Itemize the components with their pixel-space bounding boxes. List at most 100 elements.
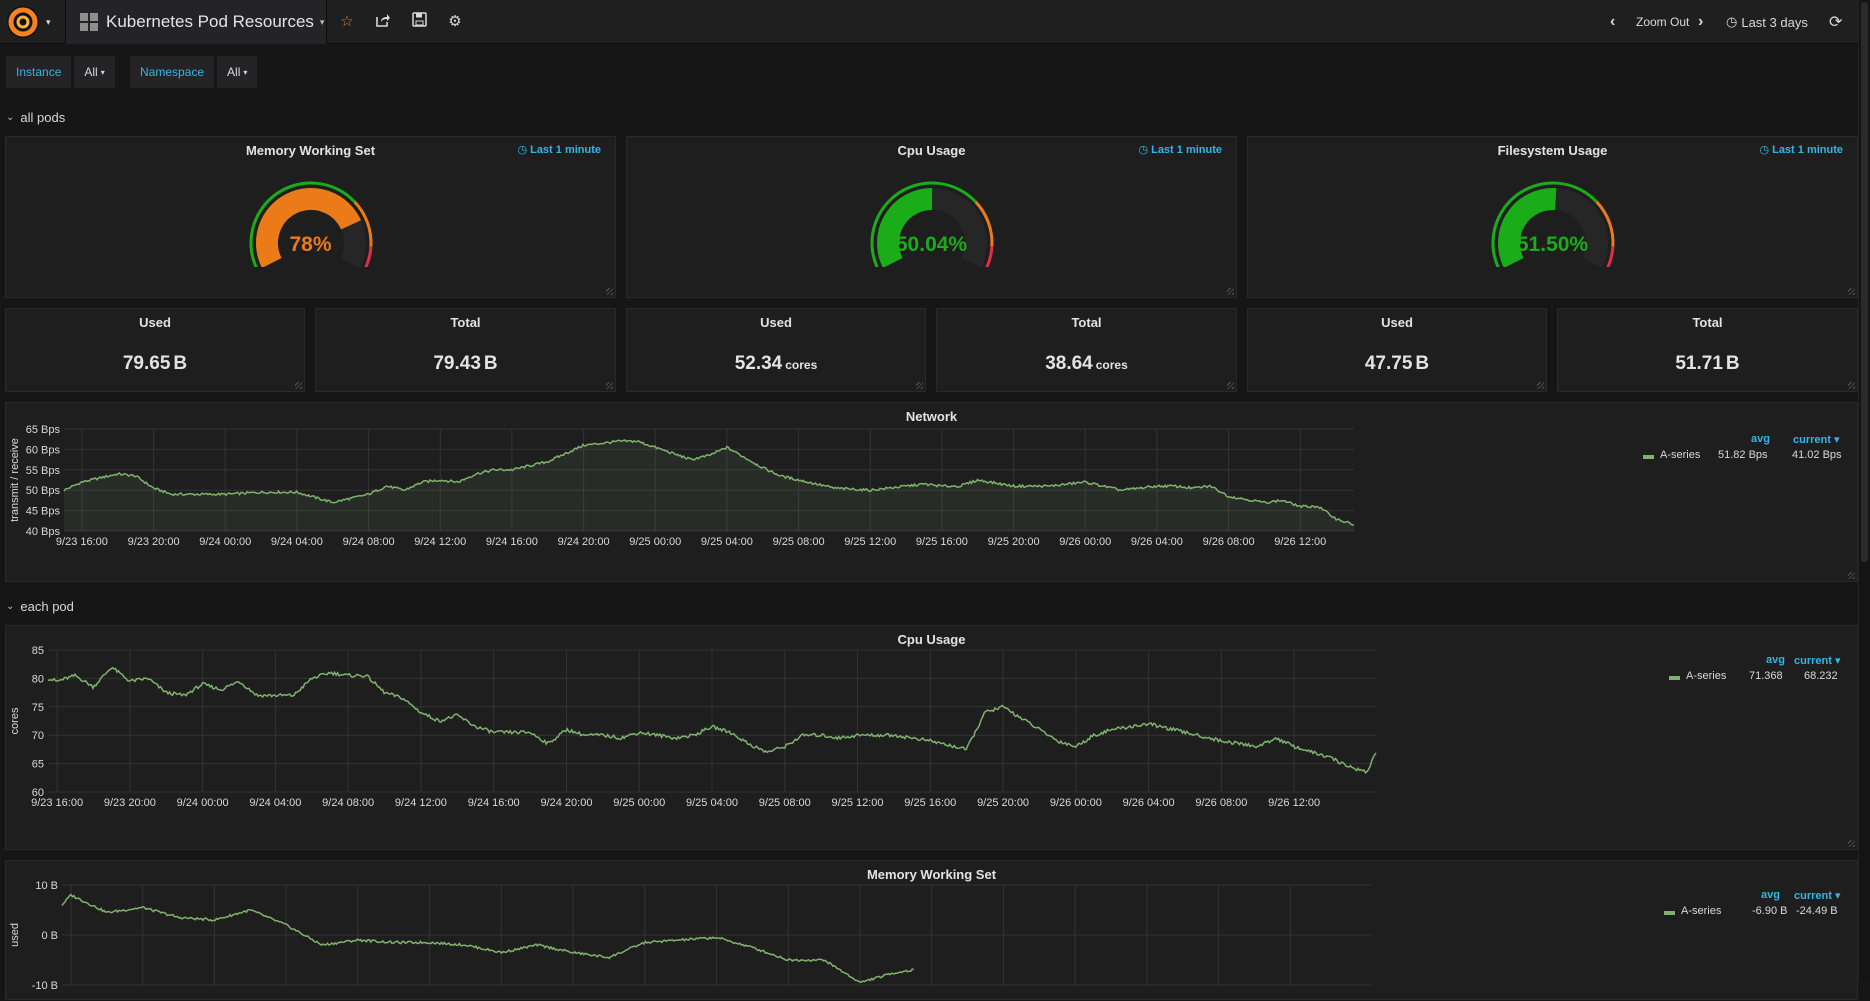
page-scrollbar[interactable] bbox=[1858, 0, 1870, 981]
legend-series-avg: -6.90 B bbox=[1752, 905, 1788, 917]
y-tick-label: 10 B bbox=[35, 880, 58, 892]
legend-series-avg: 71.368 bbox=[1749, 670, 1783, 682]
x-tick-label: 9/25 12:00 bbox=[844, 536, 896, 548]
zoom-out-button[interactable]: Zoom Out bbox=[1636, 0, 1689, 44]
gauge: 50.04% bbox=[866, 177, 998, 271]
refresh-icon[interactable]: ⟳ bbox=[1829, 0, 1842, 44]
gauge-value: 51.50% bbox=[1516, 233, 1589, 256]
x-tick-label: 9/23 16:00 bbox=[31, 797, 83, 809]
x-tick-label: 9/25 16:00 bbox=[916, 536, 968, 548]
resize-handle[interactable] bbox=[1227, 288, 1234, 295]
dashboard-title-button[interactable]: Kubernetes Pod Resources ▾ bbox=[66, 0, 326, 44]
stat-number: 51.71 bbox=[1675, 353, 1723, 374]
variable-instance-value: All bbox=[84, 65, 98, 79]
stat-unit: B bbox=[1725, 353, 1740, 374]
legend-series-name[interactable]: A-series bbox=[1681, 905, 1721, 917]
y-axis-label: cores bbox=[9, 707, 21, 734]
share-icon[interactable] bbox=[373, 12, 393, 32]
y-tick-label: 85 bbox=[32, 645, 44, 657]
legend-header-avg[interactable]: avg bbox=[1766, 654, 1785, 666]
gear-icon[interactable]: ⚙ bbox=[445, 12, 465, 32]
legend-header-current-label: current bbox=[1793, 434, 1831, 446]
star-icon[interactable]: ☆ bbox=[337, 12, 357, 32]
save-icon[interactable] bbox=[409, 12, 429, 32]
stat-value: 38.64 cores bbox=[937, 353, 1236, 375]
stat-unit: cores bbox=[1095, 358, 1128, 372]
scrollbar-thumb[interactable] bbox=[1861, 2, 1868, 562]
caret-down-icon: ▾ bbox=[319, 16, 325, 27]
resize-handle[interactable] bbox=[1848, 840, 1855, 847]
resize-handle[interactable] bbox=[1848, 288, 1855, 295]
resize-handle[interactable] bbox=[916, 382, 923, 389]
x-tick-label: 9/25 00:00 bbox=[629, 536, 681, 548]
zoom-out-label: Zoom Out bbox=[1636, 15, 1690, 29]
x-tick-label: 9/25 16:00 bbox=[904, 797, 956, 809]
x-tick-label: 9/26 00:00 bbox=[1059, 536, 1111, 548]
legend-series-name[interactable]: A-series bbox=[1660, 449, 1700, 461]
x-tick-label: 9/23 20:00 bbox=[128, 536, 180, 548]
x-tick-label: 9/26 12:00 bbox=[1268, 797, 1320, 809]
resize-handle[interactable] bbox=[1537, 382, 1544, 389]
row-toggle-each-pod[interactable]: ⌄ each pod bbox=[6, 599, 74, 614]
x-tick-label: 9/26 08:00 bbox=[1203, 536, 1255, 548]
legend-series-name[interactable]: A-series bbox=[1686, 670, 1726, 682]
resize-handle[interactable] bbox=[295, 382, 302, 389]
logo-caret-icon[interactable]: ▾ bbox=[46, 17, 51, 28]
y-tick-label: 0 B bbox=[41, 930, 58, 942]
legend-series-current: 68.232 bbox=[1804, 670, 1838, 682]
legend-header-avg[interactable]: avg bbox=[1761, 889, 1780, 901]
legend-header-avg[interactable]: avg bbox=[1751, 433, 1770, 445]
row-toggle-all-pods[interactable]: ⌄ all pods bbox=[6, 110, 65, 125]
x-tick-label: 9/23 20:00 bbox=[104, 797, 156, 809]
stat-number: 38.64 bbox=[1045, 353, 1093, 374]
network-chart[interactable]: 40 Bps45 Bps50 Bps55 Bps60 Bps65 Bps9/23… bbox=[6, 403, 1859, 583]
x-tick-label: 9/24 16:00 bbox=[486, 536, 538, 548]
x-tick-label: 9/25 04:00 bbox=[701, 536, 753, 548]
resize-handle[interactable] bbox=[1848, 572, 1855, 579]
legend-header-current[interactable]: current ▾ bbox=[1794, 654, 1840, 667]
legend-header-current[interactable]: current ▾ bbox=[1793, 433, 1839, 446]
legend-series-current: 41.02 Bps bbox=[1792, 449, 1842, 461]
x-tick-label: 9/26 12:00 bbox=[1274, 536, 1326, 548]
time-override-label: Last 1 minute bbox=[1151, 144, 1222, 156]
legend-header-current[interactable]: current ▾ bbox=[1794, 889, 1840, 902]
stat-panel-cpu-total: Total 38.64 cores bbox=[936, 308, 1237, 392]
y-tick-label: 60 Bps bbox=[26, 444, 61, 456]
top-navbar: ▾ Kubernetes Pod Resources ▾ ☆ ⚙ ‹ Zoom … bbox=[0, 0, 1858, 44]
gauge-panel-cpu: Cpu Usage ◷ Last 1 minute 50.04% bbox=[626, 136, 1237, 298]
y-tick-label: 65 Bps bbox=[26, 424, 61, 436]
series-area bbox=[64, 440, 1354, 531]
resize-handle[interactable] bbox=[1227, 382, 1234, 389]
grafana-logo[interactable] bbox=[6, 4, 44, 40]
stat-panel-fs-used: Used 47.75 B bbox=[1247, 308, 1547, 392]
panel-title[interactable]: Total bbox=[316, 315, 615, 330]
x-tick-label: 9/25 04:00 bbox=[686, 797, 738, 809]
panel-title[interactable]: Total bbox=[1558, 315, 1857, 330]
panel-title[interactable]: Used bbox=[1248, 315, 1546, 330]
resize-handle[interactable] bbox=[606, 382, 613, 389]
panel-title[interactable]: Used bbox=[6, 315, 304, 330]
stat-panel-memory-used: Used 79.65 B bbox=[5, 308, 305, 392]
variable-instance-dropdown[interactable]: All ▾ bbox=[74, 56, 115, 88]
gauge-value: 78% bbox=[289, 233, 332, 256]
legend-series-swatch bbox=[1643, 455, 1654, 459]
time-override-label: Last 1 minute bbox=[530, 144, 601, 156]
stat-unit: B bbox=[483, 353, 498, 374]
time-shift-back-button[interactable]: ‹ bbox=[1610, 0, 1615, 44]
variable-namespace-dropdown[interactable]: All ▾ bbox=[217, 56, 258, 88]
cpu-chart[interactable]: 6065707580859/23 16:00 9/23 20:00 9/24 00:… bbox=[6, 626, 1859, 851]
stat-number: 79.43 bbox=[433, 353, 481, 374]
memory-chart[interactable]: -10 B 0 B 10 B used bbox=[6, 861, 1859, 1001]
time-shift-forward-button[interactable]: › bbox=[1698, 0, 1703, 44]
resize-handle[interactable] bbox=[1848, 382, 1855, 389]
time-picker-button[interactable]: ◷ Last 3 days bbox=[1726, 0, 1808, 44]
stat-unit: cores bbox=[785, 358, 818, 372]
variable-namespace-value: All bbox=[227, 65, 241, 79]
y-tick-label: 70 bbox=[32, 730, 44, 742]
stat-value: 79.65 B bbox=[6, 353, 304, 375]
time-override-badge: ◷ Last 1 minute bbox=[517, 144, 601, 156]
panel-title[interactable]: Used bbox=[627, 315, 925, 330]
panel-title[interactable]: Total bbox=[937, 315, 1236, 330]
stat-value: 79.43 B bbox=[316, 353, 615, 375]
resize-handle[interactable] bbox=[606, 288, 613, 295]
